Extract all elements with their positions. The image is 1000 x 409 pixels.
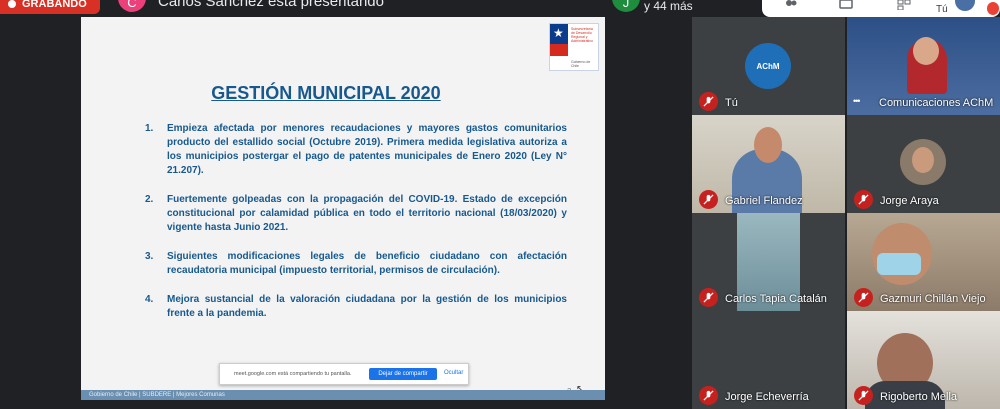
slide-footer: Gobierno de Chile | SUBDERE | Mejores Co… bbox=[81, 390, 605, 400]
list-item: 2. Fuertemente golpeadas con la propagaci… bbox=[145, 194, 567, 233]
activities-icon[interactable] bbox=[896, 0, 912, 13]
screen-share-bar: meet.google.com está compartiendo tu pan… bbox=[219, 363, 469, 385]
slide-list: 1. Empieza afectada por menores recaudaci… bbox=[145, 122, 567, 336]
list-item: 3. Siguientes modificaciones legales de b… bbox=[145, 251, 567, 276]
self-avatar bbox=[955, 0, 975, 11]
list-item: 4. Mejora sustancial de la valoración ciu… bbox=[145, 294, 567, 319]
participant-name: Comunicaciones AChM bbox=[879, 97, 994, 109]
participant-name: Gazmuri Chillán Viejo bbox=[880, 293, 986, 305]
audio-level-icon: ••• bbox=[853, 96, 861, 106]
participant-avatar bbox=[900, 139, 946, 185]
self-label: Tú bbox=[936, 4, 948, 15]
slide-title: GESTIÓN MUNICIPAL 2020 bbox=[211, 83, 441, 103]
mic-off-icon[interactable] bbox=[987, 2, 999, 15]
participant-name: Carlos Tapia Catalán bbox=[725, 293, 827, 305]
participant-name: Jorge Araya bbox=[880, 195, 939, 207]
participant-tile[interactable]: Gabriel Flandez bbox=[692, 115, 845, 213]
participant-name: Rigoberto Mella bbox=[880, 391, 958, 403]
people-icon[interactable] bbox=[783, 0, 799, 13]
participant-name: Gabriel Flandez bbox=[725, 195, 803, 207]
recording-indicator: GRABANDO bbox=[0, 0, 100, 14]
muted-mic-icon bbox=[699, 92, 718, 111]
muted-mic-icon bbox=[854, 288, 873, 307]
subdere-logo: ★ Subsecretaría de Desarrollo Regional y… bbox=[549, 23, 599, 71]
participant-tile[interactable]: ••• Comunicaciones AChM bbox=[847, 17, 1000, 115]
participant-tile[interactable]: Carlos Tapia Catalán bbox=[692, 213, 845, 311]
participant-avatar: AChM bbox=[745, 43, 791, 89]
list-item: 1. Empieza afectada por menores recaudaci… bbox=[145, 123, 567, 176]
muted-mic-icon bbox=[854, 386, 873, 405]
muted-mic-icon bbox=[854, 190, 873, 209]
participant-tile[interactable]: Jorge Echeverría bbox=[692, 311, 845, 409]
participant-name: Tú bbox=[725, 97, 738, 109]
muted-mic-icon bbox=[699, 288, 718, 307]
presenter-avatar: C bbox=[118, 0, 146, 12]
others-avatar[interactable]: J bbox=[612, 0, 640, 12]
top-controls: Tú bbox=[762, 0, 1000, 17]
recording-label: GRABANDO bbox=[22, 0, 87, 10]
presented-slide: ★ Subsecretaría de Desarrollo Regional y… bbox=[81, 17, 605, 400]
record-dot-icon bbox=[8, 0, 16, 8]
presenting-status: Carlos Sánchez está presentando bbox=[158, 0, 384, 10]
muted-mic-icon bbox=[699, 386, 718, 405]
participant-tile[interactable]: Gazmuri Chillán Viejo bbox=[847, 213, 1000, 311]
muted-mic-icon bbox=[699, 190, 718, 209]
hide-button[interactable]: Ocultar bbox=[444, 370, 463, 376]
others-count[interactable]: y 44 más bbox=[644, 0, 693, 13]
participant-tile[interactable]: Rigoberto Mella bbox=[847, 311, 1000, 409]
stop-sharing-button[interactable]: Dejar de compartir bbox=[369, 368, 437, 380]
participant-tile-self[interactable]: AChM Tú bbox=[692, 17, 845, 115]
share-message: meet.google.com está compartiendo tu pan… bbox=[234, 371, 352, 377]
participant-name: Jorge Echeverría bbox=[725, 391, 809, 403]
participant-tile[interactable]: Jorge Araya bbox=[847, 115, 1000, 213]
chat-icon[interactable] bbox=[838, 0, 854, 13]
